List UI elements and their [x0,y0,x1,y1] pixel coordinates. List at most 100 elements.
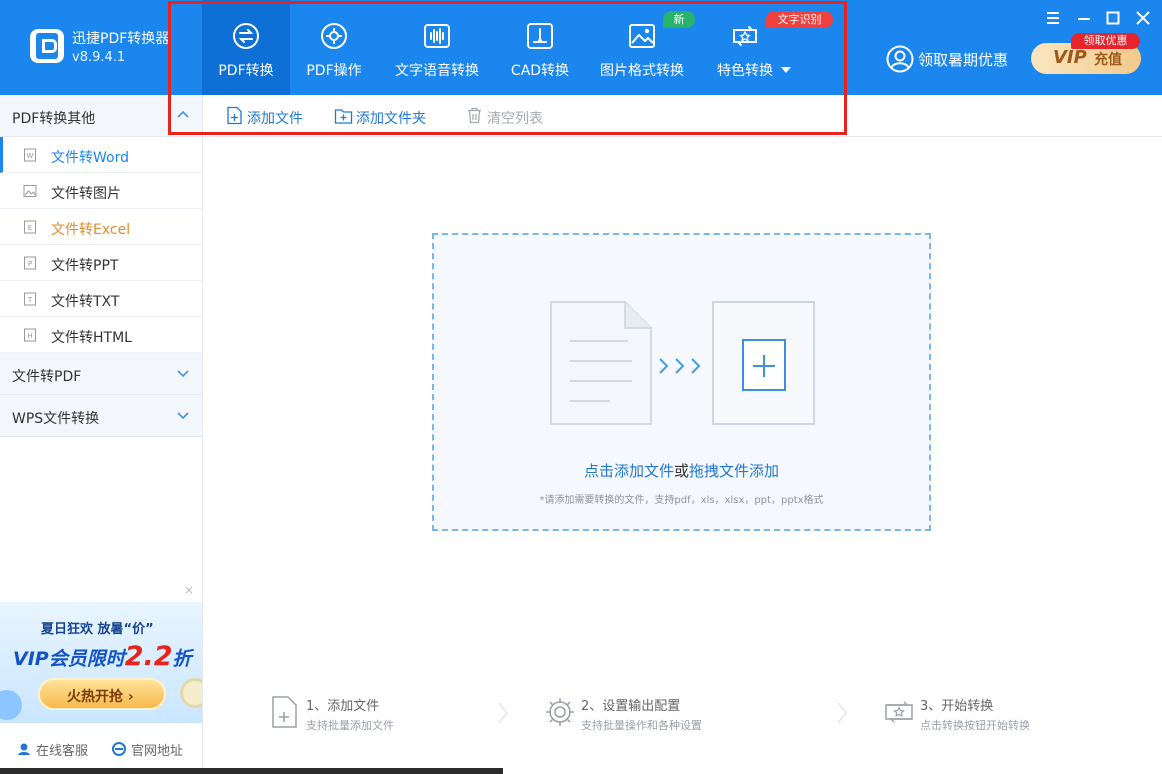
section-pdf-other[interactable]: PDF转换其他 [0,95,202,137]
maximize-icon[interactable] [1105,10,1121,26]
tab-label: PDF转换 [218,63,274,79]
tab-text-speech[interactable]: 文字语音转换 [385,0,489,95]
convert-icon [233,23,259,49]
sidebar-item-excel[interactable]: E 文件转Excel [0,209,202,245]
chevron-up-icon [177,110,189,118]
footer-link-label: 在线客服 [36,744,89,759]
ad-cta-label: 火热开抢 › [67,689,134,705]
tab-label-special: 特色转换 [700,60,808,80]
decor-coin [180,678,202,708]
toolbar-label: 清空列表 [487,111,543,127]
sidebar-item-ppt[interactable]: P 文件转PPT [0,245,202,281]
sidebar-item-txt[interactable]: T 文件转TXT [0,281,202,317]
chevron-right-icon [498,702,508,724]
decor-circle [0,690,22,720]
file-add-icon [272,696,297,728]
plus-icon [742,339,786,391]
step-desc: 支持批量操作和各种设置 [581,719,702,732]
minimize-icon[interactable] [1076,10,1092,26]
svg-text:E: E [28,224,32,232]
cad-icon [527,23,553,49]
ad-offer-discount: 2.2 [124,641,173,672]
drag-add-file-link[interactable]: 拖拽文件添加 [689,462,779,480]
add-target-box [712,301,815,425]
close-icon[interactable] [1135,10,1151,26]
menu-icon[interactable] [1045,10,1061,26]
tab-pdf-convert[interactable]: PDF转换 [202,0,290,95]
sidebar-item-label: 文件转Word [51,150,129,166]
footer-link-label: 官网地址 [131,744,184,759]
sidebar-item-label: 文件转HTML [51,330,132,346]
click-add-file-link[interactable]: 点击添加文件 [584,462,674,480]
ad-headline: 夏日狂欢 放暑“价” [41,622,154,637]
tab-label: 特色转换 [717,63,773,79]
toolbar-label: 添加文件夹 [356,111,426,127]
sidebar-item-word[interactable]: W 文件转Word [0,137,202,173]
tab-cad-convert[interactable]: CAD转换 [495,0,585,95]
step-desc: 点击转换按钮开始转换 [920,719,1030,732]
section-wps-convert[interactable]: WPS文件转换 [0,395,202,437]
tab-label: CAD转换 [510,63,570,79]
section-label: WPS文件转换 [12,411,100,427]
new-badge: 新 [663,11,695,28]
vip-charge-label: 充值 [1094,52,1122,68]
app-logo [30,29,64,63]
excel-doc-icon: E [24,220,36,234]
toolbar-label: 添加文件 [247,111,303,127]
sidebar-item-html[interactable]: H 文件转HTML [0,317,202,353]
promo-banner[interactable]: 夏日狂欢 放暑“价” VIP会员限时2.2折 火热开抢 › [0,602,202,723]
ad-offer-prefix: VIP会员限时 [13,648,125,670]
header-bar: 迅捷PDF转换器 v8.9.4.1 PDF转换 PDF操作 文字语音转换 CAD… [0,0,1162,95]
waveform-icon [424,24,450,48]
tab-label: 图片格式转换 [600,63,684,79]
tab-label: 文字语音转换 [395,63,479,79]
tab-pdf-operate[interactable]: PDF操作 [290,0,378,95]
file-drop-zone[interactable]: 点击添加文件或拖拽文件添加 *请添加需要转换的文件，支持pdf，xls，xlsx… [432,233,931,531]
vip-text: VIP [1053,47,1087,68]
txt-doc-icon: T [24,292,36,306]
sidebar: PDF转换其他 W 文件转Word 文件转图片 E 文件转Excel P 文件转… [0,95,203,774]
section-file-to-pdf[interactable]: 文件转PDF [0,353,202,395]
sidebar-item-label: 文件转Excel [51,222,131,238]
svg-text:T: T [27,296,33,304]
step-title: 3、开始转换 [920,699,994,714]
image-doc-icon [23,185,37,197]
drop-instruction: 点击添加文件或拖拽文件添加 [434,460,929,481]
sidebar-footer: 在线客服 官网地址 [0,723,202,774]
supported-formats-hint: *请添加需要转换的文件，支持pdf，xls，xlsx，ppt，pptx格式 [539,495,824,506]
sidebar-item-label: 文件转TXT [51,294,120,310]
ad-close-icon[interactable]: × [184,583,194,597]
chevron-down-icon [177,412,189,420]
word-doc-icon: W [24,148,36,162]
svg-text:H: H [27,332,32,340]
step-title: 1、添加文件 [306,699,380,714]
ad-offer-suffix: 折 [172,648,192,670]
ocr-badge: 文字识别 [766,11,833,28]
trash-icon [468,107,481,124]
sidebar-item-label: 文件转PPT [51,258,119,274]
caret-down-icon [781,67,791,73]
vip-promo-badge: 领取优惠 [1071,33,1140,49]
gear-doc-icon [321,23,347,49]
svg-text:W: W [27,152,34,160]
svg-text:P: P [28,260,32,268]
app-window: 迅捷PDF转换器 v8.9.4.1 PDF转换 PDF操作 文字语音转换 CAD… [0,0,1162,774]
or-text: 或 [673,462,689,480]
chevron-down-icon [177,370,189,378]
chevron-right-icon [837,702,847,724]
promo-label: 领取暑期优惠 [918,51,1009,69]
ad-cta-button[interactable]: 火热开抢 › [38,678,166,710]
step-desc: 支持批量添加文件 [306,719,394,732]
file-toolbar: 添加文件 添加文件夹 清空列表 [203,95,1162,137]
section-label: PDF转换其他 [12,111,96,127]
ppt-doc-icon: P [24,256,36,270]
section-label: 文件转PDF [12,369,82,385]
step-title: 2、设置输出配置 [581,699,681,714]
document-icon [550,301,652,425]
headset-icon [18,743,30,755]
convert-cycle-icon [885,701,913,723]
sidebar-item-image[interactable]: 文件转图片 [0,173,202,209]
browser-icon [112,742,126,756]
image-icon [629,24,655,48]
ad-offer: VIP会员限时2.2折 [13,641,192,672]
